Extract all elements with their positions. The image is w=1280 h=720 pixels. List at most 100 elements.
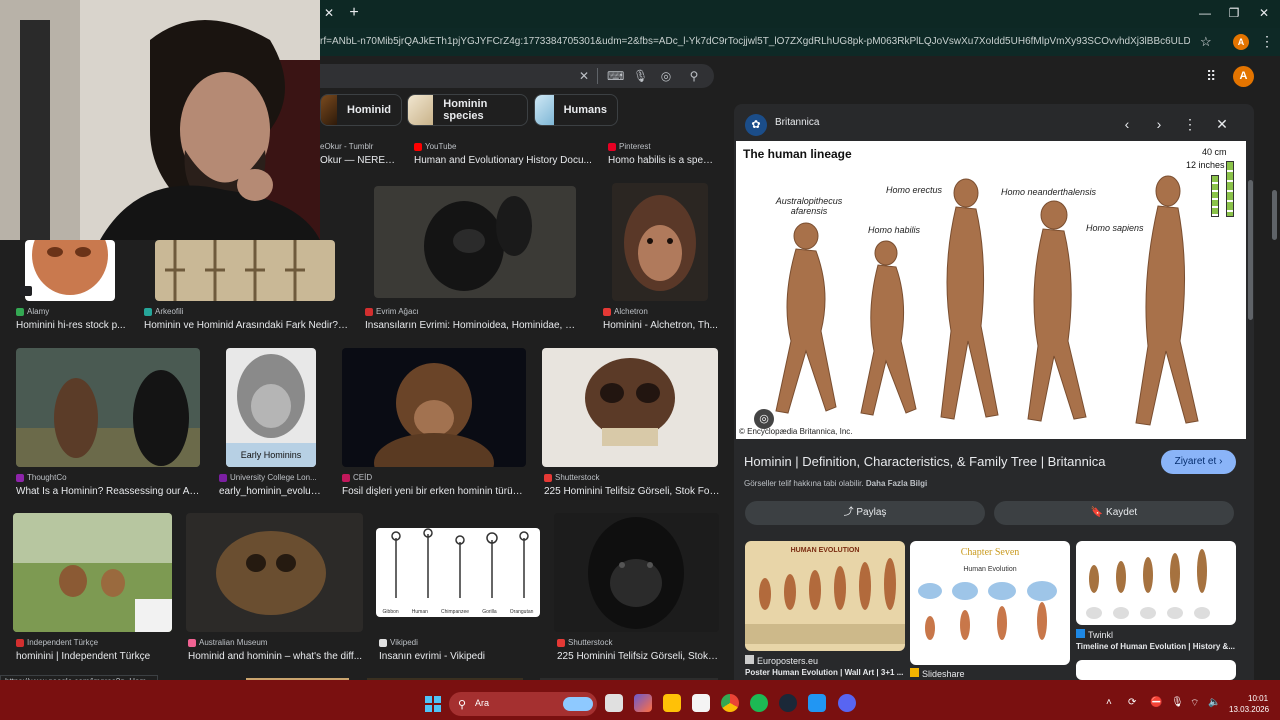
system-tray-chevron-icon[interactable]: ˄ <box>1106 697 1112 708</box>
lens-icon[interactable]: ◎ <box>659 69 673 83</box>
discord-icon[interactable] <box>838 694 856 712</box>
chip-hominin-species[interactable]: Hominin species <box>407 94 528 126</box>
network-icon[interactable]: ⛔ <box>1150 697 1162 708</box>
save-button[interactable]: 🔖 Kaydet <box>994 501 1234 525</box>
result-source: ThoughtCo <box>16 473 200 482</box>
account-avatar[interactable]: A <box>1233 66 1254 87</box>
result-image[interactable] <box>612 183 708 301</box>
result-title[interactable]: 225 Hominini Telifsiz Görseli, Stok ... <box>557 651 719 662</box>
result-title[interactable]: What Is a Hominin? Reassessing our An... <box>16 486 200 497</box>
bookmark-star-icon[interactable]: ☆ <box>1200 34 1212 50</box>
search-input[interactable] <box>320 64 714 88</box>
panel-scrollbar-thumb[interactable] <box>1248 180 1253 320</box>
result-image[interactable] <box>25 240 115 301</box>
chrome-icon[interactable] <box>721 694 739 712</box>
related-image[interactable]: Chapter Seven Human Evolution <box>910 541 1070 665</box>
tray-app-icon[interactable]: ⟳ <box>1128 697 1136 708</box>
visit-button[interactable]: Ziyaret et › <box>1161 450 1236 474</box>
close-window-icon[interactable]: ✕ <box>1256 6 1272 20</box>
profile-avatar[interactable]: A <box>1233 34 1249 50</box>
close-tab-icon[interactable]: ✕ <box>322 6 336 20</box>
britannica-icon: ✿ <box>745 114 767 136</box>
volume-icon[interactable]: 🔈 <box>1208 697 1220 708</box>
chimpanzee-photo-graphic <box>588 517 684 629</box>
restore-icon[interactable]: ❐ <box>1226 6 1242 20</box>
slideshare-icon <box>910 668 919 677</box>
new-tab-button[interactable]: + <box>346 5 362 21</box>
microphone-tray-icon[interactable]: 🎙 <box>1171 697 1184 708</box>
learn-more-link[interactable]: Daha Fazla Bilgi <box>866 479 927 488</box>
taskbar-search-placeholder: Ara <box>475 698 490 708</box>
shutterstock-icon <box>557 638 565 647</box>
wifi-icon[interactable]: ⌔ <box>1190 697 1199 710</box>
result-image[interactable] <box>342 348 526 467</box>
result-image[interactable]: Early Hominins <box>226 348 316 467</box>
clock-time[interactable]: 10:01 <box>1248 694 1268 703</box>
microphone-icon[interactable]: 🎙 <box>633 69 648 83</box>
result-title[interactable]: Hominin ve Hominid Arasındaki Fark Nedir… <box>144 320 349 331</box>
next-icon[interactable]: › <box>1150 115 1168 133</box>
result-title[interactable]: 225 Hominini Telifsiz Görseli, Stok Fot.… <box>544 486 720 497</box>
result-title[interactable]: Homo habilis is a speci... <box>608 155 718 166</box>
panel-title[interactable]: Hominin | Definition, Characteristics, &… <box>744 454 1106 469</box>
related-title[interactable]: Poster Human Evolution | Wall Art | 3+1 … <box>745 668 905 677</box>
related-image[interactable]: HUMAN EVOLUTION <box>745 541 905 651</box>
search-icon[interactable]: ⚲ <box>687 69 701 83</box>
share-button[interactable]: ⤴ Paylaş <box>745 501 985 525</box>
app-window-icon[interactable] <box>808 694 826 712</box>
result-source: Alamy <box>16 307 136 316</box>
result-title[interactable]: Hominid and hominin – what's the diff... <box>188 651 363 662</box>
keyboard-icon[interactable]: ⌨ <box>607 69 624 83</box>
related-image[interactable] <box>1076 541 1236 625</box>
clear-search-icon[interactable]: ✕ <box>577 69 591 83</box>
file-explorer-icon[interactable] <box>663 694 681 712</box>
result-title[interactable]: Fosil dişleri yeni bir erken hominin tür… <box>342 486 526 497</box>
result-title[interactable]: early_hominin_evoluti... <box>219 486 323 497</box>
apps-grid-icon[interactable]: ⠿ <box>1206 68 1216 85</box>
result-source: Vikipedi <box>379 638 539 647</box>
result-image[interactable] <box>186 513 363 632</box>
more-options-icon[interactable]: ⋮ <box>1181 115 1199 133</box>
task-view-icon[interactable] <box>605 694 623 712</box>
result-image[interactable] <box>16 348 200 467</box>
result-image[interactable] <box>542 348 718 467</box>
result-title[interactable]: İnsansıların Evrimi: Hominoidea, Hominid… <box>365 320 580 331</box>
related-image[interactable] <box>1076 660 1236 680</box>
result-image[interactable] <box>155 240 335 301</box>
result-source: Shutterstock <box>557 638 719 647</box>
image-caption: Early Hominins <box>226 443 316 467</box>
result-title[interactable]: Human and Evolutionary History Docu... <box>414 155 594 166</box>
result-image[interactable] <box>13 513 172 632</box>
page-scrollbar[interactable] <box>1270 56 1280 680</box>
copilot-icon[interactable] <box>634 694 652 712</box>
related-title[interactable]: Timeline of Human Evolution | History &.… <box>1076 642 1236 651</box>
previous-icon[interactable]: ‹ <box>1118 115 1136 133</box>
spotify-icon[interactable] <box>750 694 768 712</box>
result-image[interactable] <box>374 186 576 298</box>
scrollbar-thumb[interactable] <box>1272 190 1277 240</box>
chip-humans[interactable]: Humans <box>534 94 618 126</box>
microsoft-store-icon[interactable] <box>692 694 710 712</box>
steam-icon[interactable] <box>779 694 797 712</box>
taskbar-search-icon: ⚲ <box>458 699 467 711</box>
lens-search-icon[interactable]: ◎ <box>754 409 774 429</box>
clock-date[interactable]: 13.03.2026 <box>1229 705 1269 714</box>
minimize-icon[interactable]: — <box>1197 6 1213 20</box>
result-title[interactable]: Okur — NERED... <box>320 155 400 166</box>
youtube-icon <box>414 142 422 151</box>
result-image[interactable] <box>554 513 719 632</box>
bookmark-icon: 🔖 <box>1090 507 1104 518</box>
windows-start-icon[interactable] <box>425 696 441 712</box>
browser-menu-icon[interactable]: ⋮ <box>1260 33 1274 50</box>
chip-hominid[interactable]: Hominid <box>320 94 402 126</box>
close-panel-icon[interactable]: ✕ <box>1213 115 1231 133</box>
url-field[interactable]: rf=ANbL-n70Mib5jrQAJkETh1pjYGJYFCrZ4g:17… <box>320 31 1190 53</box>
panel-site-name[interactable]: Britannica <box>775 117 819 128</box>
result-image[interactable]: Gibbon Human Chimpanzee Gorilla Oranguta… <box>376 528 540 617</box>
main-image[interactable]: The human lineage 40 cm 12 inches Austra… <box>736 141 1246 439</box>
primate-skeletons-graphic <box>391 528 529 598</box>
result-title[interactable]: İnsanın evrimi - Vikipedi <box>379 651 539 662</box>
result-title[interactable]: Hominini hi-res stock p... <box>16 320 136 331</box>
result-title[interactable]: Hominini - Alchetron, Th... <box>603 320 718 331</box>
result-title[interactable]: hominini | Independent Türkçe <box>16 651 176 662</box>
